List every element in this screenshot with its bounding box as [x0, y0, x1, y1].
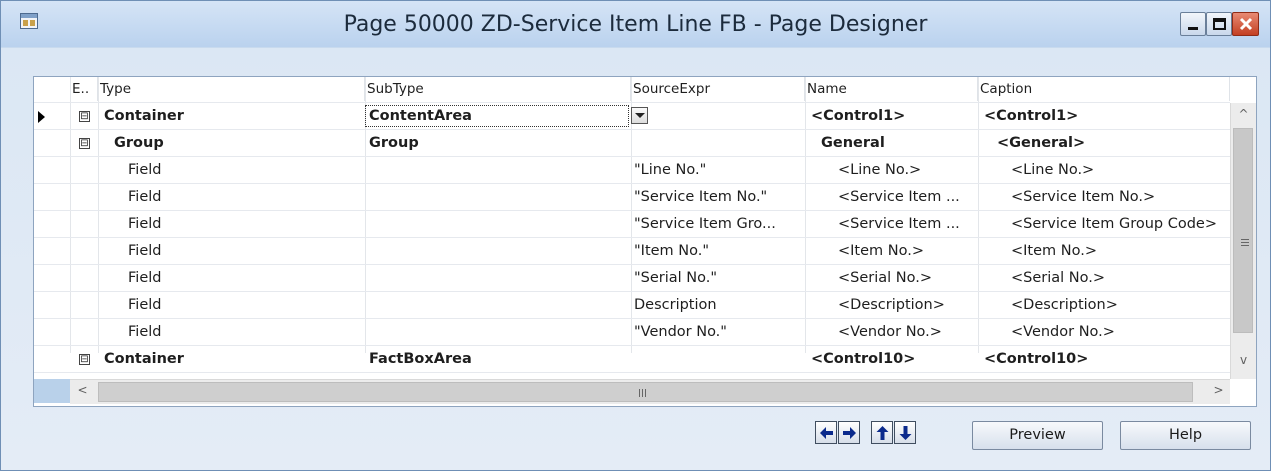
table-row[interactable]: ⊟ Container FactBoxArea <Control10> <Con…	[34, 346, 1230, 373]
cell-type[interactable]: Group	[114, 130, 164, 157]
cell-caption[interactable]: <Control1>	[984, 103, 1078, 130]
cell-type[interactable]: Field	[128, 265, 161, 292]
cell-subtype[interactable]: FactBoxArea	[369, 346, 472, 373]
table-row[interactable]: ⊟ Group Group General <General>	[34, 130, 1230, 157]
minimize-icon	[1188, 27, 1198, 30]
scroll-right-icon[interactable]: >	[1206, 383, 1231, 397]
chevron-down-icon	[635, 113, 645, 118]
cell-type[interactable]: Container	[104, 346, 184, 373]
arrow-left-icon	[820, 427, 833, 439]
cell-caption[interactable]: <Description>	[1011, 292, 1118, 319]
table-row[interactable]: Field "Item No." <Item No.> <Item No.>	[34, 238, 1230, 265]
minimize-button[interactable]	[1180, 12, 1206, 36]
scroll-grip-icon	[1241, 239, 1249, 240]
scroll-left-icon[interactable]: <	[70, 383, 95, 397]
column-header-expand[interactable]: E..	[70, 77, 98, 101]
window-title: Page 50000 ZD-Service Item Line FB - Pag…	[343, 12, 928, 37]
arrow-up-icon	[876, 426, 889, 440]
table-row[interactable]: Field "Line No." <Line No.> <Line No.>	[34, 157, 1230, 184]
table-row[interactable]: Field "Service Item No." <Service Item .…	[34, 184, 1230, 211]
maximize-icon	[1213, 18, 1226, 30]
horizontal-scrollbar[interactable]: < >	[70, 379, 1230, 404]
cell-name[interactable]: General	[821, 130, 885, 157]
cell-caption[interactable]: <Service Item No.>	[1011, 184, 1155, 211]
move-down-button[interactable]	[894, 421, 916, 444]
cell-sourceexpr[interactable]: Description	[634, 292, 717, 319]
column-header-sourceexpr[interactable]: SourceExpr	[631, 77, 805, 101]
collapse-icon[interactable]: ⊟	[79, 354, 90, 365]
vertical-scrollbar[interactable]: ^ v	[1230, 103, 1256, 379]
scroll-down-icon[interactable]: v	[1231, 353, 1256, 367]
close-icon	[1239, 17, 1253, 31]
cell-caption[interactable]: <Service Item Group Code>	[1011, 211, 1217, 238]
scroll-grip-icon	[639, 389, 640, 397]
page-designer-window: Page 50000 ZD-Service Item Line FB - Pag…	[0, 0, 1271, 471]
column-header-caption[interactable]: Caption	[978, 77, 1230, 101]
table-row[interactable]: Field "Vendor No." <Vendor No.> <Vendor …	[34, 319, 1230, 346]
horizontal-scroll-thumb[interactable]	[98, 382, 1193, 402]
table-row[interactable]: Field "Service Item Gro... <Service Item…	[34, 211, 1230, 238]
cell-caption[interactable]: <Item No.>	[1011, 238, 1097, 265]
cell-sourceexpr[interactable]: "Service Item No."	[634, 184, 767, 211]
cell-caption[interactable]: <Line No.>	[1011, 157, 1094, 184]
collapse-icon[interactable]: ⊟	[79, 138, 90, 149]
cell-name[interactable]: <Service Item ...	[838, 211, 960, 238]
cell-type[interactable]: Container	[104, 103, 184, 130]
maximize-button[interactable]	[1206, 12, 1232, 36]
cell-name[interactable]: <Line No.>	[838, 157, 921, 184]
cell-sourceexpr[interactable]: "Item No."	[634, 238, 709, 265]
cell-sourceexpr[interactable]: "Service Item Gro...	[634, 211, 776, 238]
cell-name[interactable]: <Description>	[838, 292, 945, 319]
cell-name[interactable]: <Control10>	[811, 346, 915, 373]
cell-caption[interactable]: <Vendor No.>	[1011, 319, 1115, 346]
vertical-scroll-thumb[interactable]	[1233, 128, 1253, 333]
collapse-icon[interactable]: ⊟	[79, 111, 90, 122]
cell-sourceexpr[interactable]: "Line No."	[634, 157, 706, 184]
cell-name[interactable]: <Service Item ...	[838, 184, 960, 211]
scroll-up-icon[interactable]: ^	[1231, 107, 1256, 121]
cell-type[interactable]: Field	[128, 292, 161, 319]
cell-name[interactable]: <Item No.>	[838, 238, 924, 265]
page-design-grid: E.. Type SubType SourceExpr Name Caption…	[33, 76, 1257, 407]
preview-button[interactable]: Preview	[972, 421, 1103, 450]
cell-sourceexpr[interactable]: "Serial No."	[634, 265, 717, 292]
cell-caption[interactable]: <Serial No.>	[1011, 265, 1105, 292]
cell-subtype[interactable]: Group	[369, 130, 419, 157]
help-button[interactable]: Help	[1120, 421, 1251, 450]
close-button[interactable]	[1232, 12, 1259, 36]
cell-name[interactable]: <Control1>	[811, 103, 905, 130]
cell-type[interactable]: Field	[128, 319, 161, 346]
current-row-indicator-icon	[38, 111, 45, 123]
sourceexpr-dropdown-button[interactable]	[631, 107, 648, 124]
cell-subtype[interactable]: ContentArea	[369, 103, 472, 130]
cell-type[interactable]: Field	[128, 211, 161, 238]
row-selector-corner	[34, 379, 70, 403]
table-row[interactable]: Field Description <Description> <Descrip…	[34, 292, 1230, 319]
move-right-button[interactable]	[838, 421, 860, 444]
table-row[interactable]: ⊟ Container ContentArea <Control1> <Cont…	[34, 103, 1230, 130]
cell-caption[interactable]: <General>	[997, 130, 1085, 157]
cell-sourceexpr[interactable]: "Vendor No."	[634, 319, 727, 346]
move-up-button[interactable]	[871, 421, 893, 444]
cell-type[interactable]: Field	[128, 157, 161, 184]
cell-type[interactable]: Field	[128, 184, 161, 211]
column-header-subtype[interactable]: SubType	[365, 77, 631, 101]
column-header-type[interactable]: Type	[98, 77, 365, 101]
title-bar: Page 50000 ZD-Service Item Line FB - Pag…	[1, 1, 1270, 47]
table-row[interactable]: Field "Serial No." <Serial No.> <Serial …	[34, 265, 1230, 292]
cell-name[interactable]: <Vendor No.>	[838, 319, 942, 346]
move-left-button[interactable]	[815, 421, 837, 444]
cell-caption[interactable]: <Control10>	[984, 346, 1088, 373]
cell-type[interactable]: Field	[128, 238, 161, 265]
arrow-down-icon	[899, 426, 912, 440]
column-header-name[interactable]: Name	[805, 77, 978, 101]
cell-name[interactable]: <Serial No.>	[838, 265, 932, 292]
arrow-right-icon	[843, 427, 856, 439]
